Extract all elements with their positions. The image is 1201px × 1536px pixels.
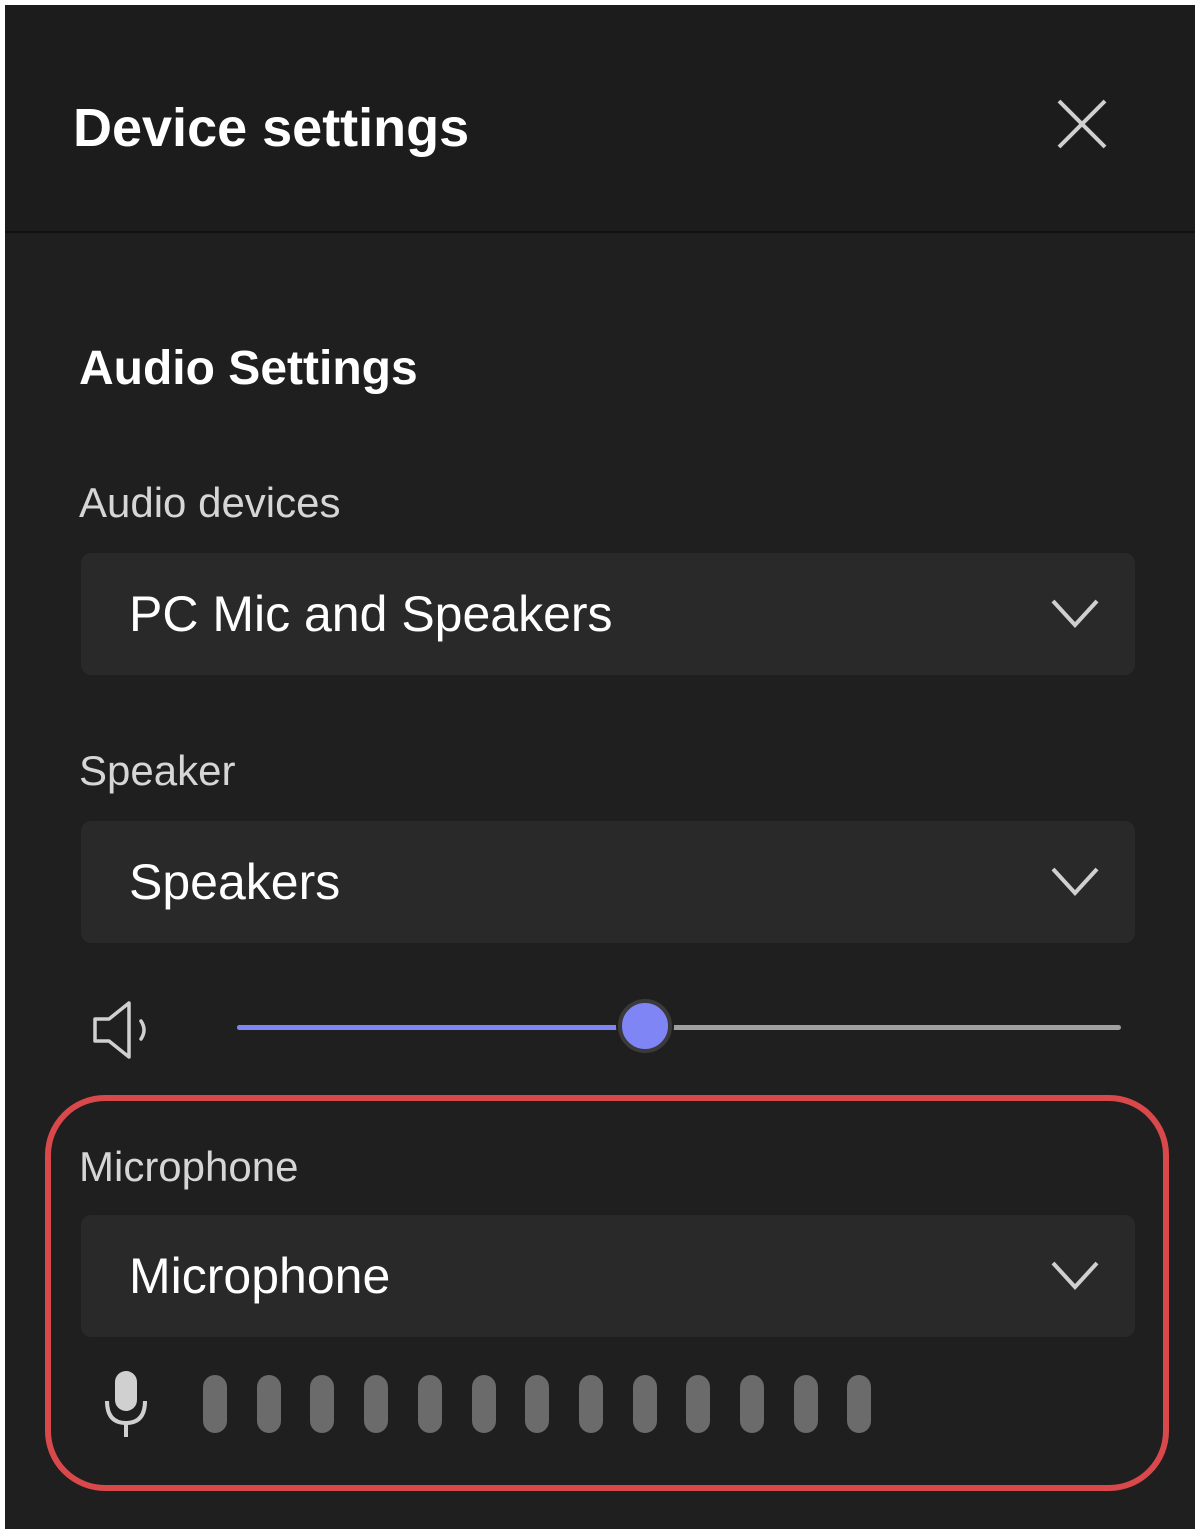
audio-devices-dropdown[interactable]: PC Mic and Speakers xyxy=(81,553,1135,675)
microphone-value: Microphone xyxy=(129,1248,391,1304)
mic-level-segment xyxy=(472,1375,496,1433)
mic-level-segment xyxy=(525,1375,549,1433)
mic-level-segment xyxy=(740,1375,764,1433)
speaker-value: Speakers xyxy=(129,854,341,910)
audio-devices-value: PC Mic and Speakers xyxy=(129,586,613,642)
mic-level-segment xyxy=(686,1375,710,1433)
mic-level-segment xyxy=(257,1375,281,1433)
speaker-volume-slider[interactable] xyxy=(237,995,1121,1059)
panel-title: Device settings xyxy=(73,98,470,158)
device-settings-panel: Device settings Audio Settings Audio dev… xyxy=(5,5,1195,1529)
mic-level-segment xyxy=(203,1375,227,1433)
slider-fill xyxy=(237,1025,644,1030)
close-icon xyxy=(1057,99,1107,149)
chevron-down-icon xyxy=(1051,599,1099,628)
mic-level-segment xyxy=(364,1375,388,1433)
mic-level-segment xyxy=(847,1375,871,1433)
audio-settings-heading: Audio Settings xyxy=(79,342,418,395)
microphone-label: Microphone xyxy=(79,1143,299,1190)
microphone-dropdown[interactable]: Microphone xyxy=(81,1215,1135,1337)
mic-level-segment xyxy=(633,1375,657,1433)
slider-thumb[interactable] xyxy=(617,999,672,1053)
panel-header: Device settings xyxy=(5,5,1195,233)
mic-level-segment xyxy=(579,1375,603,1433)
speaker-label: Speaker xyxy=(79,747,236,794)
chevron-down-icon xyxy=(1051,867,1099,896)
mic-level-segment xyxy=(310,1375,334,1433)
chevron-down-icon xyxy=(1051,1261,1099,1290)
close-button[interactable] xyxy=(1051,93,1113,155)
speaker-volume-icon xyxy=(93,1001,146,1059)
speaker-dropdown[interactable]: Speakers xyxy=(81,821,1135,943)
microphone-icon xyxy=(105,1371,147,1437)
mic-level-segment xyxy=(418,1375,442,1433)
audio-devices-label: Audio devices xyxy=(79,479,341,526)
mic-level-segment xyxy=(794,1375,818,1433)
